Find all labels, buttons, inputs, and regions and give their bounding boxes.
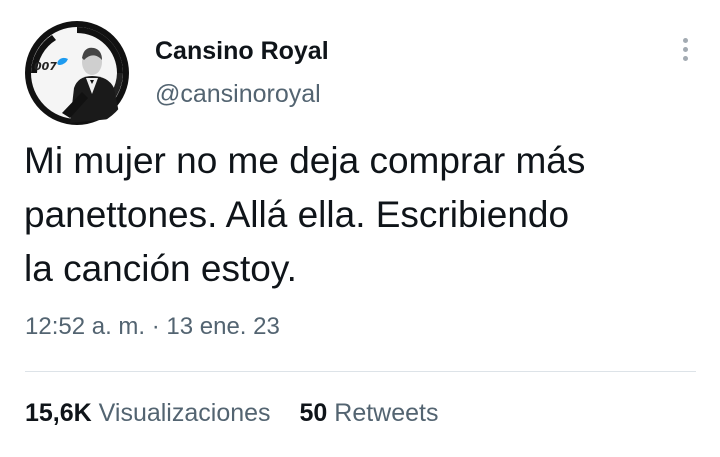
svg-text:007: 007 — [34, 60, 57, 73]
author-display-name[interactable]: Cansino Royal — [155, 36, 329, 66]
tweet-text: Mi mujer no me deja comprar más panetton… — [24, 140, 586, 289]
tweet-timestamp[interactable]: 12:52 a. m. · 13 ene. 23 — [25, 313, 280, 341]
more-vertical-icon — [682, 38, 688, 43]
retweets-stat[interactable]: 50 Retweets — [300, 399, 439, 428]
divider — [25, 371, 696, 372]
views-count: 15,6K — [25, 399, 92, 427]
views-stat[interactable]: 15,6K Visualizaciones — [25, 399, 271, 428]
views-label: Visualizaciones — [98, 399, 271, 427]
retweets-count: 50 — [299, 399, 328, 427]
author-block: Cansino Royal @cansinoroyal — [155, 36, 329, 109]
retweets-label: Retweets — [334, 399, 439, 427]
avatar[interactable]: 007 — [22, 18, 132, 128]
tweet-stats: 15,6K Visualizaciones 50 Retweets — [25, 399, 460, 428]
tweet: 007 Cansino Royal @cansinoroyal Mi mujer… — [0, 0, 720, 457]
avatar-image: 007 — [22, 18, 132, 128]
more-options-button[interactable] — [678, 38, 692, 68]
author-handle[interactable]: @cansinoroyal — [155, 79, 329, 109]
